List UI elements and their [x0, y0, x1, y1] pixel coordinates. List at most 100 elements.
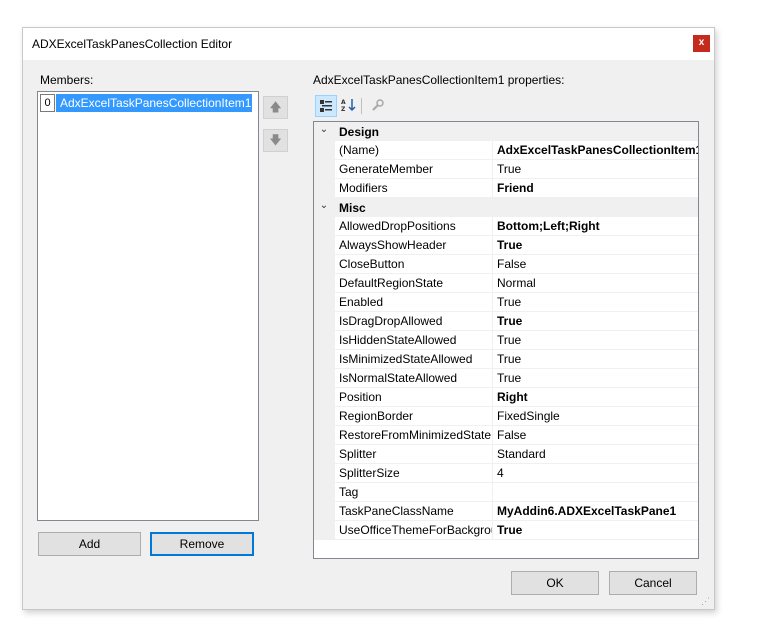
- row-gutter: [314, 236, 335, 255]
- row-gutter: [314, 502, 335, 521]
- property-pages-button[interactable]: [367, 95, 389, 117]
- table-row[interactable]: Enabled True: [314, 293, 698, 312]
- row-gutter: [314, 521, 335, 540]
- table-row[interactable]: IsNormalStateAllowed True: [314, 369, 698, 388]
- property-value[interactable]: MyAddin6.ADXExcelTaskPane1: [493, 502, 698, 521]
- table-row[interactable]: CloseButton False: [314, 255, 698, 274]
- row-gutter: [314, 464, 335, 483]
- property-value[interactable]: Normal: [493, 274, 698, 293]
- resize-grip-icon[interactable]: ⋰: [701, 596, 710, 607]
- table-row[interactable]: IsDragDropAllowed True: [314, 312, 698, 331]
- svg-text:A: A: [341, 99, 346, 106]
- property-name: IsMinimizedStateAllowed: [335, 350, 493, 369]
- property-value[interactable]: True: [493, 236, 698, 255]
- collection-editor-dialog: ADXExcelTaskPanesCollection Editor x Mem…: [22, 27, 715, 610]
- row-gutter: [314, 331, 335, 350]
- property-value[interactable]: True: [493, 369, 698, 388]
- row-gutter: [314, 293, 335, 312]
- member-label: AdxExcelTaskPanesCollectionItem1: [56, 94, 252, 112]
- table-row[interactable]: RestoreFromMinimizedState False: [314, 426, 698, 445]
- categorized-button[interactable]: [315, 95, 337, 117]
- property-value[interactable]: False: [493, 255, 698, 274]
- property-value[interactable]: True: [493, 331, 698, 350]
- table-row[interactable]: Tag: [314, 483, 698, 502]
- property-name: AllowedDropPositions: [335, 217, 493, 236]
- table-row[interactable]: UseOfficeThemeForBackgrou True: [314, 521, 698, 540]
- members-label: Members:: [40, 73, 94, 87]
- property-name: DefaultRegionState: [335, 274, 493, 293]
- alphabetical-button[interactable]: A Z: [338, 95, 360, 117]
- property-value[interactable]: True: [493, 160, 698, 179]
- property-name: Position: [335, 388, 493, 407]
- row-gutter: [314, 217, 335, 236]
- move-up-button[interactable]: 🡅: [263, 96, 288, 119]
- property-value[interactable]: Bottom;Left;Right: [493, 217, 698, 236]
- remove-button[interactable]: Remove: [150, 532, 254, 556]
- table-row[interactable]: SplitterSize 4: [314, 464, 698, 483]
- arrow-down-icon: 🡇: [269, 133, 282, 147]
- categorized-icon: [320, 100, 332, 112]
- property-name: Enabled: [335, 293, 493, 312]
- svg-text:Z: Z: [341, 106, 346, 112]
- table-row[interactable]: GenerateMember True: [314, 160, 698, 179]
- row-gutter: [314, 369, 335, 388]
- row-gutter: [314, 483, 335, 502]
- property-name: UseOfficeThemeForBackgrou: [335, 521, 493, 540]
- row-gutter: [314, 407, 335, 426]
- property-value[interactable]: True: [493, 312, 698, 331]
- table-row[interactable]: Splitter Standard: [314, 445, 698, 464]
- table-row[interactable]: TaskPaneClassName MyAddin6.ADXExcelTaskP…: [314, 502, 698, 521]
- property-value[interactable]: True: [493, 293, 698, 312]
- property-name: Modifiers: [335, 179, 493, 198]
- row-gutter: [314, 160, 335, 179]
- table-row[interactable]: AllowedDropPositions Bottom;Left;Right: [314, 217, 698, 236]
- members-list[interactable]: 0 AdxExcelTaskPanesCollectionItem1: [37, 91, 259, 521]
- property-name: IsDragDropAllowed: [335, 312, 493, 331]
- property-value[interactable]: Friend: [493, 179, 698, 198]
- property-name: TaskPaneClassName: [335, 502, 493, 521]
- properties-label: AdxExcelTaskPanesCollectionItem1 propert…: [313, 73, 565, 87]
- table-row[interactable]: Modifiers Friend: [314, 179, 698, 198]
- row-gutter: [314, 350, 335, 369]
- list-item[interactable]: 0 AdxExcelTaskPanesCollectionItem1: [40, 94, 252, 112]
- wrench-icon: [372, 99, 384, 111]
- table-row[interactable]: AlwaysShowHeader True: [314, 236, 698, 255]
- category-design[interactable]: ⌄ Design: [314, 122, 698, 141]
- property-value[interactable]: True: [493, 521, 698, 540]
- collapse-chevron-icon[interactable]: ⌄: [318, 200, 330, 211]
- toolbar-separator: [361, 98, 362, 114]
- title-bar: ADXExcelTaskPanesCollection Editor x: [23, 28, 714, 60]
- property-name: RestoreFromMinimizedState: [335, 426, 493, 445]
- collapse-chevron-icon[interactable]: ⌄: [318, 124, 330, 135]
- property-name: (Name): [335, 141, 493, 160]
- row-gutter: [314, 274, 335, 293]
- table-row[interactable]: Position Right: [314, 388, 698, 407]
- table-row[interactable]: DefaultRegionState Normal: [314, 274, 698, 293]
- table-row[interactable]: IsHiddenStateAllowed True: [314, 331, 698, 350]
- move-down-button[interactable]: 🡇: [263, 129, 288, 152]
- table-row[interactable]: IsMinimizedStateAllowed True: [314, 350, 698, 369]
- property-name: RegionBorder: [335, 407, 493, 426]
- property-value[interactable]: Standard: [493, 445, 698, 464]
- add-button[interactable]: Add: [38, 532, 141, 556]
- property-value[interactable]: AdxExcelTaskPanesCollectionItem1: [493, 141, 698, 160]
- property-value[interactable]: False: [493, 426, 698, 445]
- table-row[interactable]: (Name) AdxExcelTaskPanesCollectionItem1: [314, 141, 698, 160]
- property-name: IsHiddenStateAllowed: [335, 331, 493, 350]
- property-value[interactable]: Right: [493, 388, 698, 407]
- row-gutter: [314, 312, 335, 331]
- property-value[interactable]: 4: [493, 464, 698, 483]
- category-label: Design: [339, 125, 380, 139]
- property-grid[interactable]: ⌄ Design (Name) AdxExcelTaskPanesCollect…: [313, 121, 699, 559]
- ok-button[interactable]: OK: [511, 571, 599, 595]
- row-gutter: [314, 255, 335, 274]
- property-name: IsNormalStateAllowed: [335, 369, 493, 388]
- property-value[interactable]: True: [493, 350, 698, 369]
- property-value[interactable]: [493, 483, 698, 502]
- close-button[interactable]: x: [693, 35, 710, 52]
- cancel-button[interactable]: Cancel: [609, 571, 697, 595]
- table-row[interactable]: RegionBorder FixedSingle: [314, 407, 698, 426]
- category-misc[interactable]: ⌄ Misc: [314, 198, 698, 217]
- property-name: AlwaysShowHeader: [335, 236, 493, 255]
- property-value[interactable]: FixedSingle: [493, 407, 698, 426]
